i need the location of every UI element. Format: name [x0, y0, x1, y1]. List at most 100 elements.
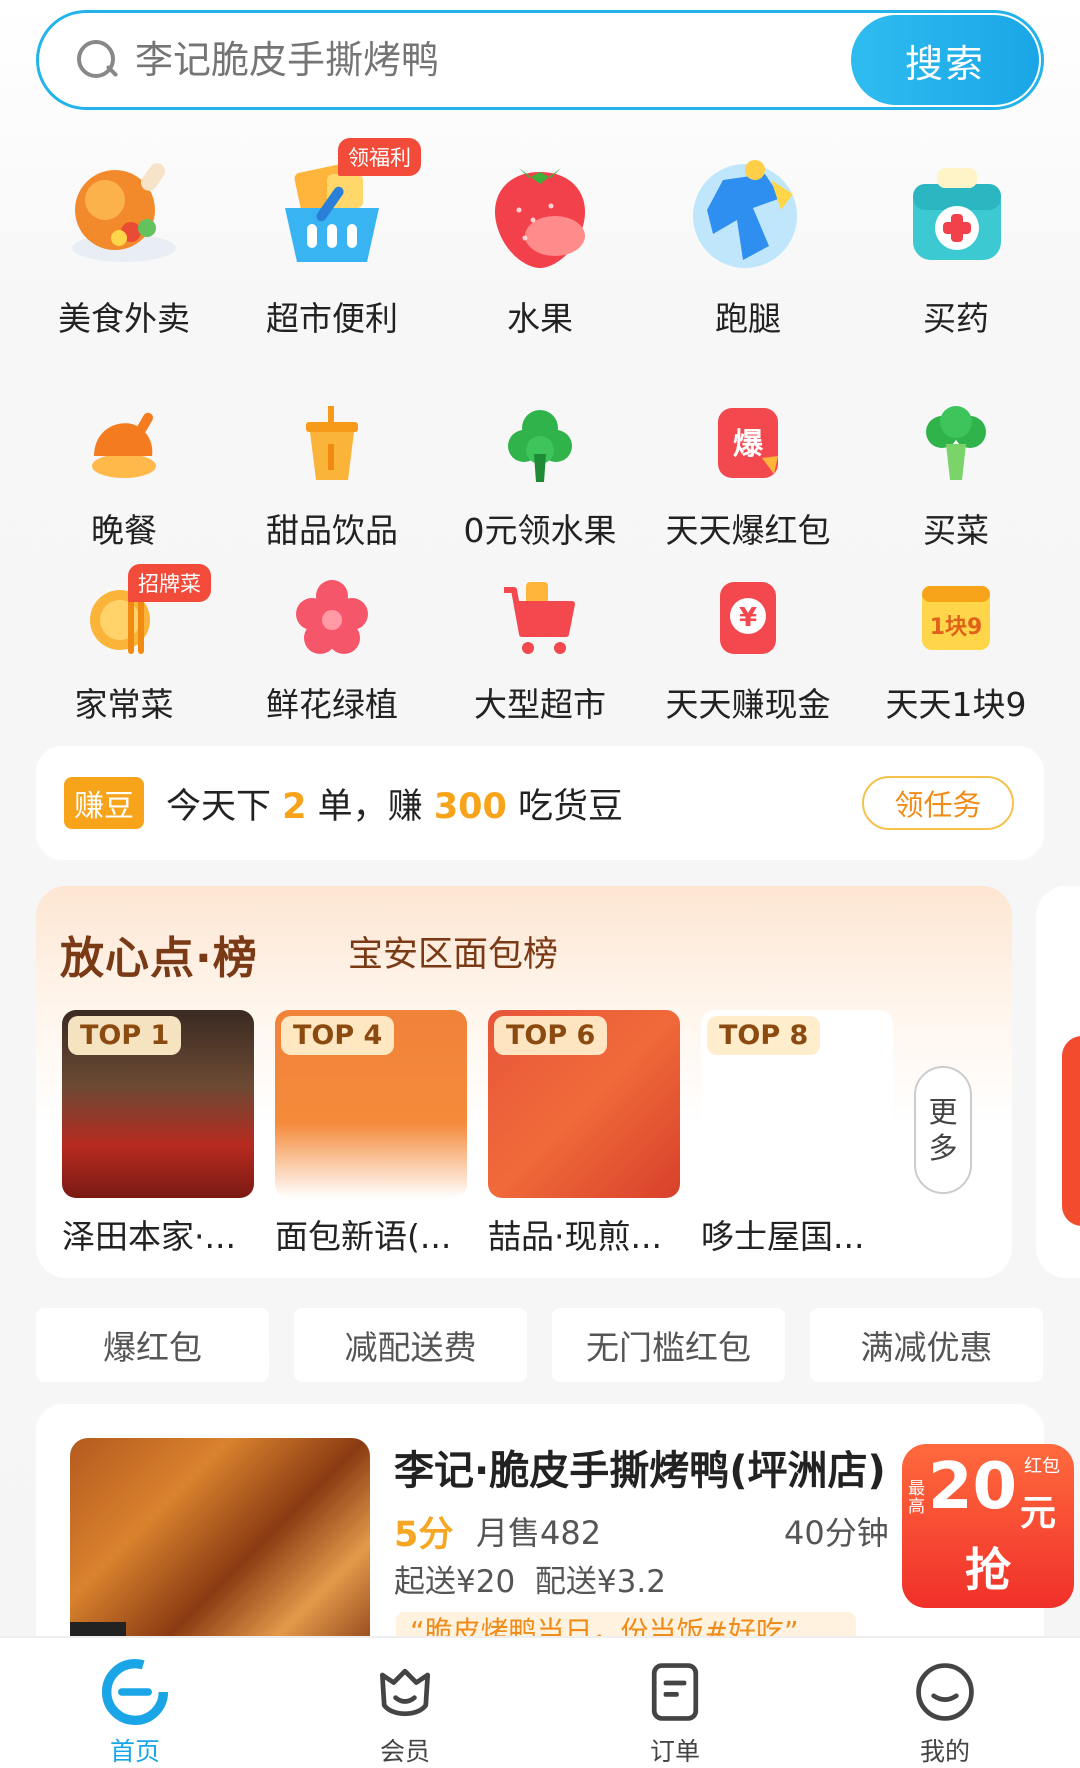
- svg-text:爆: 爆: [733, 427, 764, 462]
- category-medicine[interactable]: 买药: [852, 150, 1060, 340]
- ranking-item[interactable]: TOP 6 喆品·现煎...: [488, 1010, 680, 1258]
- category-hypermarket[interactable]: 大型超市: [436, 578, 644, 726]
- max-label: 最高: [908, 1479, 925, 1517]
- earn-beans-chip: 赚豆: [64, 777, 144, 829]
- nav-label: 订单: [649, 1737, 700, 1766]
- monthly-sales: 月售482: [476, 1514, 602, 1552]
- nav-profile[interactable]: 我的: [810, 1638, 1080, 1768]
- drink-cup-icon: [306, 406, 358, 480]
- delivery-time: 40分钟: [784, 1514, 889, 1552]
- category-daily-red-packet[interactable]: 爆 天天爆红包: [644, 404, 852, 552]
- search-bar[interactable]: 搜索: [36, 10, 1044, 110]
- earn-beans-text: 今天下 2 单，赚 300 吃货豆: [166, 786, 624, 827]
- search-input[interactable]: [135, 38, 755, 82]
- red-packet-amount: 20: [928, 1450, 1018, 1524]
- category-label: 买药: [923, 299, 989, 338]
- shop-image: TOP 8: [701, 1010, 893, 1198]
- signature-dish-badge: 招牌菜: [128, 564, 211, 602]
- filter-chip[interactable]: 无门槛红包: [552, 1308, 785, 1382]
- filter-chips: 爆红包 减配送费 无门槛红包 满减优惠: [36, 1308, 1043, 1382]
- nav-orders[interactable]: 订单: [540, 1638, 810, 1768]
- category-row-1: 美食外卖 超市便利 领福利 水果 跑腿 买药: [20, 138, 1060, 340]
- shop-image: TOP 4: [275, 1010, 467, 1198]
- search-button[interactable]: 搜索: [851, 15, 1039, 105]
- top-badge: TOP 8: [707, 1016, 821, 1055]
- flower-icon: [296, 580, 368, 654]
- category-dinner[interactable]: 晚餐: [20, 404, 228, 552]
- category-label: 天天赚现金: [665, 685, 831, 724]
- category-dessert-drinks[interactable]: 甜品饮品: [228, 404, 436, 552]
- medicine-box-icon: [913, 168, 1001, 260]
- category-label: 甜品饮品: [266, 511, 398, 550]
- filter-chip[interactable]: 爆红包: [36, 1308, 269, 1382]
- nav-member[interactable]: 会员: [270, 1638, 540, 1768]
- category-label: 跑腿: [715, 299, 781, 338]
- ranking-title: 放心点·榜: [60, 933, 258, 984]
- welfare-badge: 领福利: [338, 138, 421, 176]
- ranking-card: 放心点·榜 宝安区面包榜 TOP 1 泽田本家·... TOP 4 面包新语(.…: [36, 886, 1012, 1278]
- shop-image: TOP 1: [62, 1010, 254, 1198]
- nav-label: 首页: [109, 1737, 160, 1766]
- ranking-item[interactable]: TOP 4 面包新语(...: [275, 1010, 467, 1258]
- category-daily-1-9[interactable]: 1块9 天天1块9: [852, 578, 1060, 726]
- category-daily-cash[interactable]: ¥ 天天赚现金: [644, 578, 852, 726]
- svg-text:1块9: 1块9: [930, 615, 983, 640]
- top-badge: TOP 1: [68, 1016, 182, 1055]
- grab-red-packet-button[interactable]: 红包 最高 20 元 抢: [902, 1444, 1074, 1608]
- category-label: 天天1块9: [885, 685, 1027, 724]
- get-task-button[interactable]: 领任务: [862, 776, 1014, 830]
- yuan-coin-icon: ¥: [720, 582, 776, 654]
- category-label: 超市便利: [266, 299, 398, 338]
- red-packet-burst-icon: 爆: [718, 408, 778, 478]
- profile-icon: [916, 1663, 974, 1721]
- category-label: 晚餐: [91, 511, 157, 550]
- filter-chip[interactable]: 减配送费: [294, 1308, 527, 1382]
- category-flowers[interactable]: 鲜花绿植: [228, 578, 436, 726]
- broccoli-icon: [926, 406, 986, 480]
- order-icon: [651, 1663, 699, 1721]
- category-label: 天天爆红包: [665, 511, 831, 550]
- shop-name: 泽田本家·...: [62, 1217, 236, 1256]
- shop-name: 哆士屋国...: [701, 1217, 865, 1256]
- roast-chicken-icon: [92, 412, 156, 478]
- next-card-peek[interactable]: [1036, 886, 1080, 1278]
- bottom-nav: 首页 会员 订单 我的: [0, 1636, 1080, 1768]
- category-label: 大型超市: [474, 685, 606, 724]
- earn-beans-banner[interactable]: 赚豆 今天下 2 单，赚 300 吃货豆 领任务: [36, 746, 1044, 860]
- category-label: 美食外卖: [58, 299, 190, 338]
- shop-name: 李记·脆皮手撕烤鸭(坪洲店): [394, 1448, 886, 1494]
- filter-chip[interactable]: 满减优惠: [810, 1308, 1043, 1382]
- category-row-3: 家常菜 招牌菜 鲜花绿植 大型超市 ¥ 天天赚现金 1块9 天天1块9: [20, 564, 1060, 726]
- ranking-subtitle[interactable]: 宝安区面包榜: [348, 926, 558, 977]
- more-button[interactable]: 更多: [914, 1066, 972, 1194]
- category-label: 0元领水果: [463, 511, 617, 550]
- category-home-cooking[interactable]: 家常菜 招牌菜: [20, 564, 228, 726]
- category-food-delivery[interactable]: 美食外卖: [20, 150, 228, 340]
- category-row-2: 晚餐 甜品饮品 0元领水果 爆 天天爆红包 买菜: [20, 404, 1060, 552]
- shop-name: 面包新语(...: [275, 1217, 452, 1256]
- category-supermarket[interactable]: 超市便利 领福利: [228, 138, 436, 340]
- category-errand[interactable]: 跑腿: [644, 150, 852, 340]
- top-badge: TOP 6: [494, 1016, 608, 1055]
- shop-image: TOP 6: [488, 1010, 680, 1198]
- food-delivery-icon: [72, 163, 176, 262]
- tree-icon: [508, 410, 572, 482]
- nav-label: 我的: [919, 1737, 970, 1766]
- ele-home-icon: [101, 1658, 169, 1726]
- category-label: 水果: [507, 299, 573, 338]
- category-free-fruit[interactable]: 0元领水果: [436, 404, 644, 552]
- member-icon: [379, 1668, 431, 1717]
- nav-home[interactable]: 首页: [0, 1638, 270, 1768]
- nav-label: 会员: [379, 1737, 430, 1766]
- svg-text:¥: ¥: [739, 603, 757, 633]
- grab-label: 抢: [965, 1543, 1011, 1597]
- min-order-and-fee: 起送¥20 配送¥3.2: [394, 1564, 666, 1600]
- ranking-item[interactable]: TOP 8 哆士屋国...: [701, 1010, 893, 1258]
- ranking-items: TOP 1 泽田本家·... TOP 4 面包新语(... TOP 6 喆品·现…: [62, 1010, 914, 1258]
- strawberry-icon: [494, 168, 586, 268]
- red-packet-unit: 元: [1020, 1493, 1057, 1534]
- category-groceries[interactable]: 买菜: [852, 404, 1060, 552]
- category-fruit[interactable]: 水果: [436, 150, 644, 340]
- ranking-item[interactable]: TOP 1 泽田本家·...: [62, 1010, 254, 1258]
- category-label: 鲜花绿植: [266, 685, 398, 724]
